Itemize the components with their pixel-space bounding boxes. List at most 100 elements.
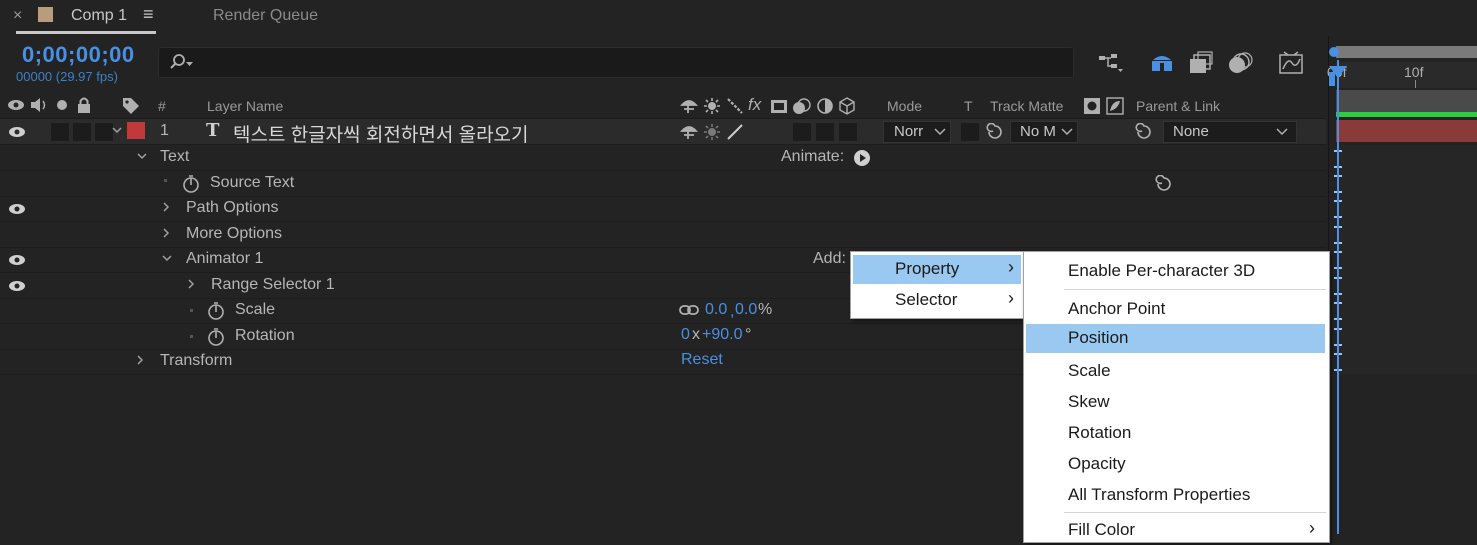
- motion-blur-icon[interactable]: [1227, 51, 1253, 75]
- layer-label-color-swatch[interactable]: [127, 122, 145, 139]
- quality-switch-header-icon: [727, 98, 743, 114]
- menu-item-property-label: Property: [895, 259, 960, 278]
- constrain-proportions-link-icon[interactable]: [679, 304, 699, 316]
- menu-item-selector-label: Selector: [895, 290, 958, 309]
- chevron-down-icon[interactable]: [136, 150, 148, 162]
- menu-item-scale[interactable]: Scale: [1026, 357, 1327, 386]
- current-time-display[interactable]: 0;00;00;00: [22, 42, 135, 68]
- layer-row[interactable]: 1 T 텍스트 한글자씩 회전하면서 올라오기 Norr No M None: [0, 119, 1326, 147]
- property-range-selector-label: Range Selector 1: [211, 276, 335, 293]
- draft-3d-icon[interactable]: [1149, 50, 1175, 74]
- scale-y-value[interactable]: 0.0: [735, 301, 757, 319]
- comp-flowchart-icon[interactable]: [1097, 52, 1125, 74]
- frame-blending-icon[interactable]: [1186, 51, 1214, 75]
- tab-render-queue[interactable]: Render Queue: [213, 7, 318, 25]
- lock-header-icon: [78, 97, 90, 113]
- menu-separator: [1064, 512, 1326, 513]
- visibility-eye-icon[interactable]: [8, 202, 26, 216]
- property-row-source-text[interactable]: Source Text: [0, 171, 1326, 197]
- parent-pickwhip-icon[interactable]: [1135, 123, 1153, 141]
- chevron-right-icon[interactable]: [134, 354, 146, 366]
- property-path-options-label: Path Options: [186, 199, 279, 216]
- property-transform-label: Transform: [160, 352, 233, 369]
- work-area-range-indicator[interactable]: [1336, 112, 1477, 117]
- tab-comp-1[interactable]: Comp 1: [71, 7, 127, 25]
- graph-editor-icon[interactable]: [1278, 51, 1304, 75]
- property-pickwhip-icon[interactable]: [1155, 175, 1173, 193]
- column-number-header: #: [158, 98, 166, 114]
- chevron-down-icon: [1276, 128, 1288, 136]
- playhead-line[interactable]: [1337, 60, 1339, 534]
- scale-x-value[interactable]: 0.0: [705, 301, 727, 319]
- collapse-switch-header-icon: [704, 98, 720, 114]
- submenu-arrow-icon: ›: [1008, 257, 1014, 277]
- animate-play-icon[interactable]: [853, 149, 871, 167]
- panel-menu-icon[interactable]: ≡: [143, 4, 154, 25]
- blend-mode-dropdown[interactable]: Norr: [883, 121, 951, 143]
- menu-item-label: Enable Per-character 3D: [1068, 261, 1256, 280]
- column-header-row: # Layer Name fx Mode T Track Matte Paren…: [0, 93, 1326, 119]
- column-track-matte-header[interactable]: Track Matte: [990, 98, 1063, 114]
- menu-item-selector[interactable]: Selector ›: [853, 286, 1021, 315]
- property-row-path-options[interactable]: Path Options: [0, 196, 1326, 222]
- column-parent-link-header[interactable]: Parent & Link: [1136, 98, 1220, 114]
- menu-item-skew[interactable]: Skew: [1026, 388, 1327, 417]
- menu-item-opacity[interactable]: Opacity: [1026, 450, 1327, 479]
- menu-item-enable-per-character-3d[interactable]: Enable Per-character 3D: [1026, 257, 1327, 286]
- layer-shy-switch-icon[interactable]: [680, 123, 698, 141]
- property-submenu: Enable Per-character 3D Anchor Point Pos…: [1023, 251, 1330, 543]
- parent-dropdown[interactable]: None: [1163, 121, 1297, 143]
- transform-reset-link[interactable]: Reset: [681, 351, 723, 369]
- layer-quality-switch-icon[interactable]: [726, 123, 744, 141]
- rotation-revolutions-value[interactable]: 0: [681, 326, 690, 344]
- track-matte-dropdown[interactable]: No M: [1010, 121, 1078, 143]
- visibility-eye-icon[interactable]: [8, 279, 26, 293]
- menu-item-position[interactable]: Position: [1026, 324, 1325, 353]
- parent-value: None: [1173, 123, 1209, 140]
- track-matte-pickwhip-icon[interactable]: [986, 123, 1004, 141]
- matte-alpha-header-icon: [1084, 98, 1100, 114]
- layer-collapse-chevron-icon[interactable]: [111, 124, 123, 136]
- layer-adjustment-cell[interactable]: [815, 122, 835, 142]
- property-row-text[interactable]: Text Animate:: [0, 145, 1326, 171]
- property-source-text-label: Source Text: [210, 174, 295, 191]
- menu-item-rotation[interactable]: Rotation: [1026, 419, 1327, 448]
- chevron-right-icon[interactable]: [185, 278, 197, 290]
- layer-motion-blur-cell[interactable]: [792, 122, 812, 142]
- rotation-x-separator: x: [692, 326, 700, 343]
- chevron-right-icon[interactable]: [160, 201, 172, 213]
- playhead-handle-icon[interactable]: [1328, 44, 1348, 88]
- visibility-eye-icon[interactable]: [8, 253, 26, 267]
- scale-unit: %: [758, 301, 773, 318]
- layer-name[interactable]: 텍스트 한글자씩 회전하면서 올라오기: [233, 120, 529, 147]
- property-row-more-options[interactable]: More Options: [0, 222, 1326, 248]
- layer-duration-bar[interactable]: [1336, 120, 1477, 142]
- menu-item-property[interactable]: Property ›: [853, 255, 1021, 284]
- layer-visibility-eye-icon[interactable]: [8, 125, 26, 139]
- shy-switch-header-icon: [680, 100, 698, 113]
- chevron-right-icon[interactable]: [160, 227, 172, 239]
- stopwatch-icon[interactable]: [206, 301, 226, 321]
- menu-item-label: Scale: [1068, 361, 1111, 380]
- column-layer-name-header[interactable]: Layer Name: [207, 98, 283, 114]
- stopwatch-icon[interactable]: [181, 174, 201, 194]
- rotation-degrees-value[interactable]: +90.0: [702, 326, 742, 344]
- layer-collapse-switch-icon[interactable]: [703, 123, 721, 141]
- menu-item-anchor-point[interactable]: Anchor Point: [1026, 295, 1327, 324]
- close-tab-icon[interactable]: ×: [13, 7, 22, 25]
- layer-search-input[interactable]: [158, 47, 1074, 78]
- column-mode-header[interactable]: Mode: [887, 98, 922, 114]
- menu-item-fill-color[interactable]: Fill Color ›: [1026, 516, 1327, 545]
- tree-dot: [164, 179, 167, 182]
- preserve-transparency-cell[interactable]: [960, 122, 980, 142]
- solo-toggle-cell[interactable]: [72, 122, 92, 142]
- layer-3d-cell[interactable]: [838, 122, 858, 142]
- active-tab-indicator: [16, 31, 156, 34]
- audio-toggle-cell[interactable]: [50, 122, 70, 142]
- stopwatch-icon[interactable]: [206, 327, 226, 347]
- menu-item-label: Opacity: [1068, 454, 1126, 473]
- work-area-bar[interactable]: [1336, 90, 1477, 112]
- time-navigator-bar[interactable]: [1336, 46, 1477, 58]
- chevron-down-icon[interactable]: [161, 252, 173, 264]
- menu-item-all-transform-properties[interactable]: All Transform Properties: [1026, 481, 1327, 510]
